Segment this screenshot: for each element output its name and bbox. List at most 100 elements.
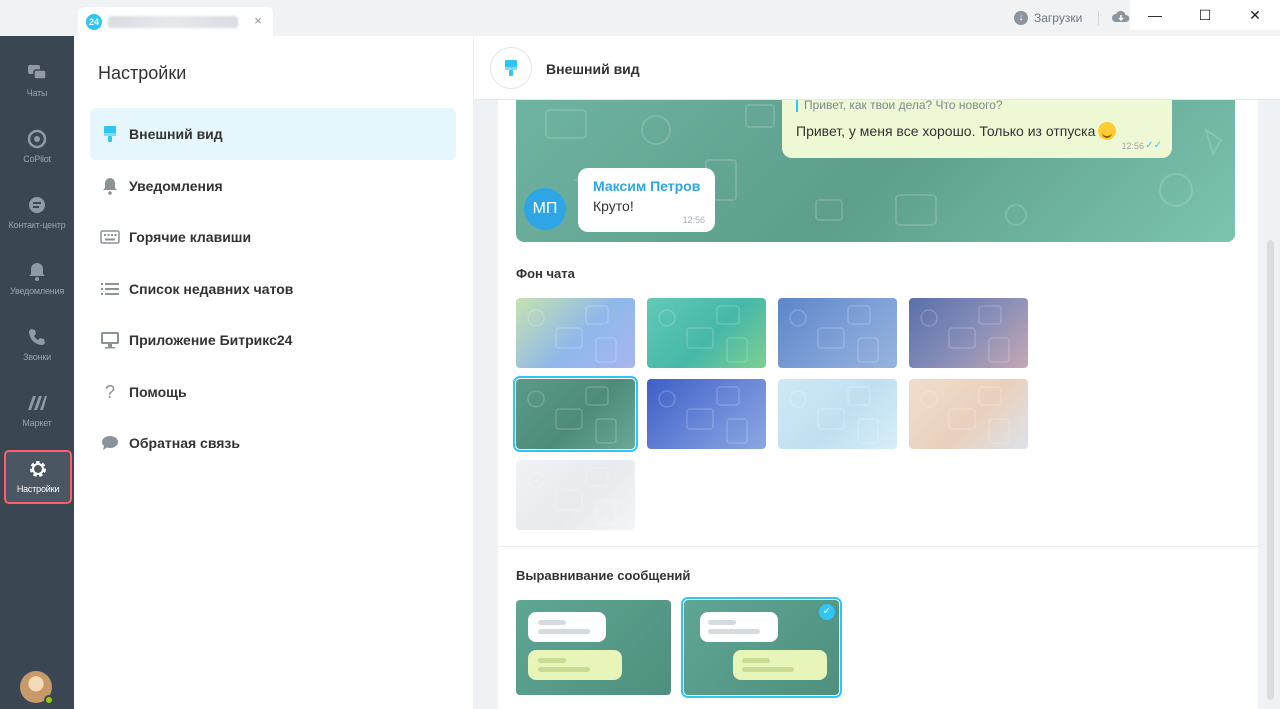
background-option-4[interactable] bbox=[909, 298, 1028, 368]
sample-line bbox=[538, 620, 566, 625]
outgoing-text: Привет, у меня все хорошо. Только из отп… bbox=[796, 122, 1117, 140]
help-icon: ? bbox=[104, 381, 115, 402]
nav-label: Контакт-центр bbox=[8, 220, 66, 230]
background-option-6[interactable] bbox=[647, 379, 766, 449]
menu-item-appearance[interactable]: Внешний вид bbox=[90, 108, 456, 160]
chats-icon bbox=[26, 62, 48, 84]
tab-close-button[interactable]: × bbox=[249, 12, 267, 30]
nav-label: Настройки bbox=[16, 484, 60, 494]
nav-item-calls[interactable]: Звонки bbox=[0, 320, 74, 378]
smile-emoji-icon bbox=[1098, 122, 1117, 140]
list-icon bbox=[100, 279, 120, 299]
nav-label: CoPilot bbox=[23, 154, 51, 164]
bell-icon bbox=[26, 260, 48, 282]
sender-name: Максим Петров bbox=[593, 178, 701, 194]
quote-bar bbox=[796, 100, 798, 112]
online-status-indicator bbox=[44, 695, 54, 705]
menu-item-label: Приложение Битрикс24 bbox=[129, 332, 293, 348]
settings-title: Настройки bbox=[98, 63, 187, 83]
sample-line bbox=[708, 620, 736, 625]
outgoing-text-content: Привет, у меня все хорошо. Только из отп… bbox=[796, 123, 1096, 139]
sample-line bbox=[538, 658, 566, 663]
browser-tab[interactable]: 24 × bbox=[78, 7, 273, 37]
background-option-5[interactable] bbox=[513, 376, 638, 452]
close-window-button[interactable]: ✕ bbox=[1230, 0, 1280, 30]
alignment-section-title: Выравнивание сообщений bbox=[516, 568, 691, 583]
read-ticks-icon: ✓✓ bbox=[1145, 140, 1162, 151]
feedback-icon bbox=[100, 433, 120, 453]
content-scrollbar[interactable] bbox=[1267, 240, 1274, 700]
settings-menu: Настройки Внешний вид Уведомления Горячи… bbox=[74, 36, 474, 709]
copilot-icon bbox=[26, 128, 48, 150]
settings-panel: Привет, как твои дела? Что нового? Приве… bbox=[498, 100, 1258, 709]
menu-item-notifications[interactable]: Уведомления bbox=[90, 160, 456, 212]
background-section-title: Фон чата bbox=[516, 266, 575, 281]
nav-item-notifications[interactable]: Уведомления bbox=[0, 254, 74, 312]
alignment-option-sides[interactable]: ✓ bbox=[681, 597, 842, 698]
menu-item-bitrix-app[interactable]: Приложение Битрикс24 bbox=[90, 314, 456, 366]
menu-item-feedback[interactable]: Обратная связь bbox=[90, 417, 456, 469]
sample-outgoing-bubble bbox=[733, 650, 827, 680]
incoming-text: Круто! bbox=[593, 198, 634, 214]
window-controls: — ☐ ✕ bbox=[1130, 0, 1280, 30]
titlebar-divider bbox=[1098, 11, 1099, 25]
appearance-content: Внешний вид Привет, как твои дела? Что н… bbox=[474, 36, 1280, 709]
menu-item-recent-chats[interactable]: Список недавних чатов bbox=[90, 263, 456, 315]
menu-item-label: Горячие клавиши bbox=[129, 229, 252, 245]
sample-line bbox=[538, 629, 590, 634]
background-option-1[interactable] bbox=[516, 298, 635, 368]
menu-item-label: Помощь bbox=[129, 384, 187, 400]
nav-label: Уведомления bbox=[9, 286, 65, 296]
menu-item-label: Уведомления bbox=[129, 178, 223, 194]
nav-item-copilot[interactable]: CoPilot bbox=[0, 122, 74, 180]
nav-label: Звонки bbox=[23, 352, 51, 362]
tab-title-blurred bbox=[108, 16, 238, 28]
background-option-3[interactable] bbox=[778, 298, 897, 368]
download-icon: ↓ bbox=[1014, 11, 1028, 25]
menu-item-label: Список недавних чатов bbox=[129, 281, 294, 297]
background-option-9[interactable] bbox=[516, 460, 635, 530]
sample-line bbox=[538, 667, 590, 672]
sample-line bbox=[708, 629, 760, 634]
monitor-icon bbox=[100, 330, 120, 350]
outgoing-time: 12:56 bbox=[1121, 141, 1144, 151]
maximize-button[interactable]: ☐ bbox=[1180, 0, 1230, 30]
downloads-label: Загрузки bbox=[1034, 11, 1083, 25]
menu-item-label: Внешний вид bbox=[129, 126, 223, 142]
chat-preview: Привет, как твои дела? Что нового? Приве… bbox=[516, 100, 1235, 242]
background-option-2[interactable] bbox=[647, 298, 766, 368]
sample-outgoing-bubble bbox=[528, 650, 622, 680]
sender-avatar: МП bbox=[524, 188, 566, 230]
content-header: Внешний вид bbox=[474, 36, 1280, 100]
nav-label: Чаты bbox=[26, 88, 48, 98]
keyboard-icon bbox=[100, 227, 120, 247]
nav-item-settings[interactable]: Настройки bbox=[4, 450, 72, 504]
menu-item-hotkeys[interactable]: Горячие клавиши bbox=[90, 211, 456, 263]
minimize-button[interactable]: — bbox=[1130, 0, 1180, 30]
quoted-message: Привет, как твои дела? Что нового? bbox=[804, 100, 1003, 112]
title-bar: 24 × ↓ Загрузки — ☐ ✕ bbox=[0, 0, 1280, 37]
nav-item-chats[interactable]: Чаты bbox=[0, 56, 74, 114]
sample-incoming-bubble bbox=[700, 612, 778, 642]
incoming-time: 12:56 bbox=[682, 215, 705, 225]
bitrix24-logo-icon: 24 bbox=[86, 14, 102, 30]
background-option-7[interactable] bbox=[778, 379, 897, 449]
background-option-8[interactable] bbox=[909, 379, 1028, 449]
brush-icon bbox=[490, 47, 532, 89]
content-title: Внешний вид bbox=[546, 61, 640, 77]
downloads-button[interactable]: ↓ Загрузки bbox=[1014, 10, 1082, 26]
sample-incoming-bubble bbox=[528, 612, 606, 642]
contact-center-icon bbox=[26, 194, 48, 216]
alignment-option-left[interactable] bbox=[516, 600, 671, 695]
nav-item-market[interactable]: Маркет bbox=[0, 386, 74, 444]
cloud-download-icon[interactable] bbox=[1111, 9, 1131, 25]
bell-icon bbox=[100, 176, 120, 196]
outgoing-message: Привет, как твои дела? Что нового? Приве… bbox=[782, 100, 1172, 158]
sample-line bbox=[742, 658, 770, 663]
selected-check-icon: ✓ bbox=[819, 604, 835, 620]
menu-item-help[interactable]: ? Помощь bbox=[90, 366, 456, 418]
gear-icon bbox=[27, 458, 49, 480]
market-icon bbox=[26, 392, 48, 414]
nav-item-contact-center[interactable]: Контакт-центр bbox=[0, 188, 74, 246]
incoming-message: Максим Петров Круто! 12:56 bbox=[578, 168, 715, 232]
